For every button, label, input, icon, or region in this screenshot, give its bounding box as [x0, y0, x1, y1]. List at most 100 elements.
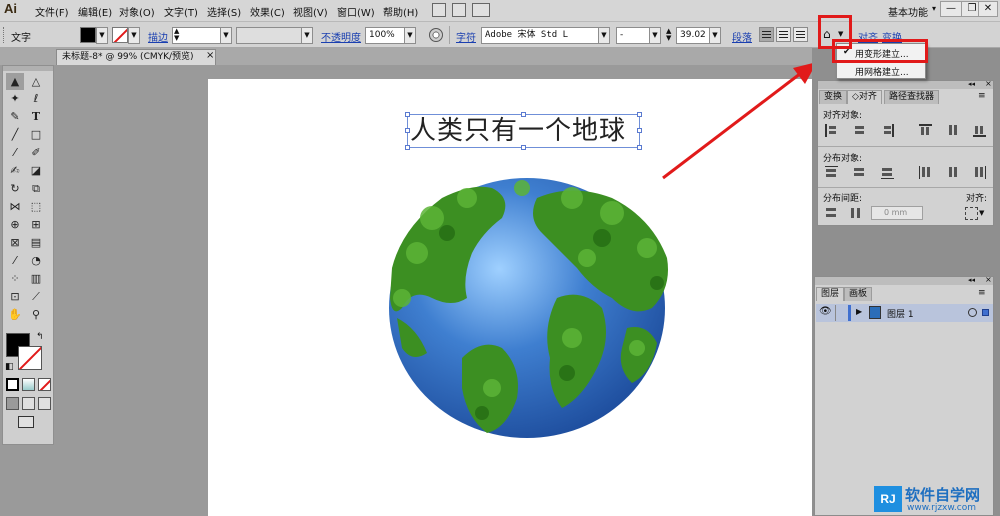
pen-icon[interactable]: ✎ — [6, 108, 24, 125]
align-right-button[interactable] — [793, 27, 808, 42]
artboard-icon[interactable]: ⊡ — [6, 288, 24, 305]
bridge-icon[interactable] — [432, 3, 446, 17]
close-layers-icon[interactable]: × — [985, 275, 992, 284]
blend-icon[interactable]: ◔ — [27, 252, 45, 269]
distribute-bottom-icon[interactable] — [881, 166, 894, 179]
distribute-vertical-center-icon[interactable] — [853, 166, 866, 179]
align-right-edge-icon[interactable] — [881, 124, 894, 137]
paintbrush-icon[interactable]: ⁄ — [6, 144, 24, 161]
stroke-link[interactable]: 描边 — [148, 29, 168, 44]
blob-brush-icon[interactable]: ✍ — [6, 162, 24, 179]
slice-icon[interactable]: ⟋ — [27, 288, 45, 305]
direct-selection-icon[interactable]: △ — [27, 73, 45, 90]
spacing-value-field[interactable]: 0 mm — [871, 206, 923, 220]
font-style-dropdown[interactable]: ▼ — [649, 27, 661, 44]
menu-select[interactable]: 选择(S) — [207, 4, 241, 19]
scale-icon[interactable]: ⧉ — [27, 180, 45, 197]
tab-transform[interactable]: 变换 — [819, 90, 848, 104]
workspace-switcher[interactable]: 基本功能 — [888, 4, 928, 19]
opacity-field[interactable]: 100% — [365, 27, 405, 44]
layers-menu-icon[interactable]: ≡ — [978, 288, 986, 298]
collapse-layers-icon[interactable]: ◂◂ — [968, 276, 975, 284]
recolor-artwork-icon[interactable] — [429, 28, 443, 42]
shape-builder-icon[interactable]: ⊕ — [6, 216, 24, 233]
eyedropper-icon[interactable]: ⁄ — [6, 252, 24, 269]
align-to-selection-icon[interactable] — [965, 207, 978, 220]
paragraph-link[interactable]: 段落 — [732, 29, 752, 44]
rectangle-icon[interactable]: □ — [27, 126, 45, 143]
selection-handle[interactable] — [521, 145, 526, 150]
layers-panel-titlebar[interactable] — [815, 277, 993, 285]
font-family-dropdown[interactable]: ▼ — [598, 27, 610, 44]
minimize-button[interactable]: — — [940, 1, 962, 17]
stroke-color-swatch[interactable] — [18, 346, 42, 370]
menu-item-make-with-mesh[interactable]: 用网格建立... — [855, 65, 909, 78]
variable-width-dropdown[interactable]: ▼ — [301, 27, 313, 44]
font-size-stepper-icon[interactable]: ▲ ▼ — [666, 28, 671, 42]
close-window-button[interactable]: ✕ — [978, 1, 998, 17]
collapse-panel-icon[interactable]: ◂◂ — [968, 80, 975, 88]
draw-inside-icon[interactable] — [38, 397, 51, 410]
character-link[interactable]: 字符 — [456, 29, 476, 44]
align-top-edge-icon[interactable] — [919, 124, 932, 137]
font-size-field[interactable]: 39.02 — [676, 27, 710, 44]
menu-view[interactable]: 视图(V) — [293, 4, 328, 19]
opacity-dropdown[interactable]: ▼ — [404, 27, 416, 44]
swap-colors-icon[interactable]: ↰ — [36, 332, 44, 342]
selection-handle[interactable] — [405, 145, 410, 150]
visibility-eye-icon[interactable]: 👁 — [819, 306, 832, 317]
symbol-sprayer-icon[interactable]: ⁘ — [6, 270, 24, 287]
align-panel-titlebar[interactable] — [818, 81, 993, 89]
selection-handle[interactable] — [405, 112, 410, 117]
stock-icon[interactable] — [452, 3, 466, 17]
menu-file[interactable]: 文件(F) — [35, 4, 69, 19]
tab-artboards[interactable]: 画板 — [844, 287, 873, 301]
pencil-icon[interactable]: ✐ — [27, 144, 45, 161]
layer-target-icon[interactable] — [968, 308, 977, 317]
distribute-vertical-space-icon[interactable] — [825, 207, 838, 220]
close-tab-button[interactable]: × — [206, 50, 214, 61]
stroke-swatch[interactable] — [112, 27, 128, 43]
align-left-button[interactable] — [759, 27, 774, 42]
none-mode-icon[interactable] — [38, 378, 51, 391]
font-family-field[interactable]: Adobe 宋体 Std L — [481, 27, 599, 44]
selection-handle[interactable] — [521, 112, 526, 117]
menu-object[interactable]: 对象(O) — [119, 4, 155, 19]
gradient-icon[interactable]: ▤ — [27, 234, 45, 251]
stroke-dropdown-arrow[interactable]: ▼ — [128, 27, 140, 44]
hand-icon[interactable]: ✋ — [6, 306, 24, 323]
stroke-weight-dropdown[interactable]: ▼ — [220, 27, 232, 44]
tools-panel-header[interactable] — [3, 66, 53, 71]
align-to-dropdown-arrow[interactable]: ▼ — [979, 209, 984, 217]
color-mode-icon[interactable] — [6, 378, 19, 391]
fill-swatch[interactable] — [80, 27, 96, 43]
document-tab[interactable]: 未标题-8* @ 99% (CMYK/预览) — [56, 49, 216, 65]
line-icon[interactable]: ╱ — [6, 126, 24, 143]
align-bottom-edge-icon[interactable] — [973, 124, 986, 137]
align-vertical-center-icon[interactable] — [947, 124, 960, 137]
selection-handle[interactable] — [637, 128, 642, 133]
layer-selection-indicator[interactable] — [982, 309, 989, 316]
distribute-right-icon[interactable] — [973, 166, 986, 179]
tab-layers[interactable]: 图层 — [816, 287, 845, 301]
tab-align[interactable]: ◇对齐 — [847, 90, 882, 104]
menu-edit[interactable]: 编辑(E) — [78, 4, 112, 19]
gradient-mode-icon[interactable] — [22, 378, 35, 391]
column-graph-icon[interactable]: ▥ — [27, 270, 45, 287]
mesh-icon[interactable]: ⊠ — [6, 234, 24, 251]
fill-dropdown-arrow[interactable]: ▼ — [96, 27, 108, 44]
type-icon[interactable]: T — [27, 108, 45, 125]
selection-handle[interactable] — [405, 128, 410, 133]
layer-name[interactable]: 图层 1 — [887, 307, 914, 320]
screen-mode-icon[interactable] — [18, 416, 34, 428]
rotate-icon[interactable]: ↻ — [6, 180, 24, 197]
font-size-dropdown[interactable]: ▼ — [709, 27, 721, 44]
opacity-link[interactable]: 不透明度 — [321, 29, 361, 44]
stroke-stepper-icon[interactable]: ▲ ▼ — [174, 28, 179, 42]
menu-window[interactable]: 窗口(W) — [337, 4, 375, 19]
menu-effect[interactable]: 效果(C) — [250, 4, 285, 19]
selection-tool-icon[interactable]: ▲ — [6, 73, 24, 90]
default-colors-icon[interactable]: ◧ — [5, 362, 14, 372]
magic-wand-icon[interactable]: ✦ — [6, 90, 24, 107]
close-panel-icon[interactable]: × — [985, 79, 992, 88]
